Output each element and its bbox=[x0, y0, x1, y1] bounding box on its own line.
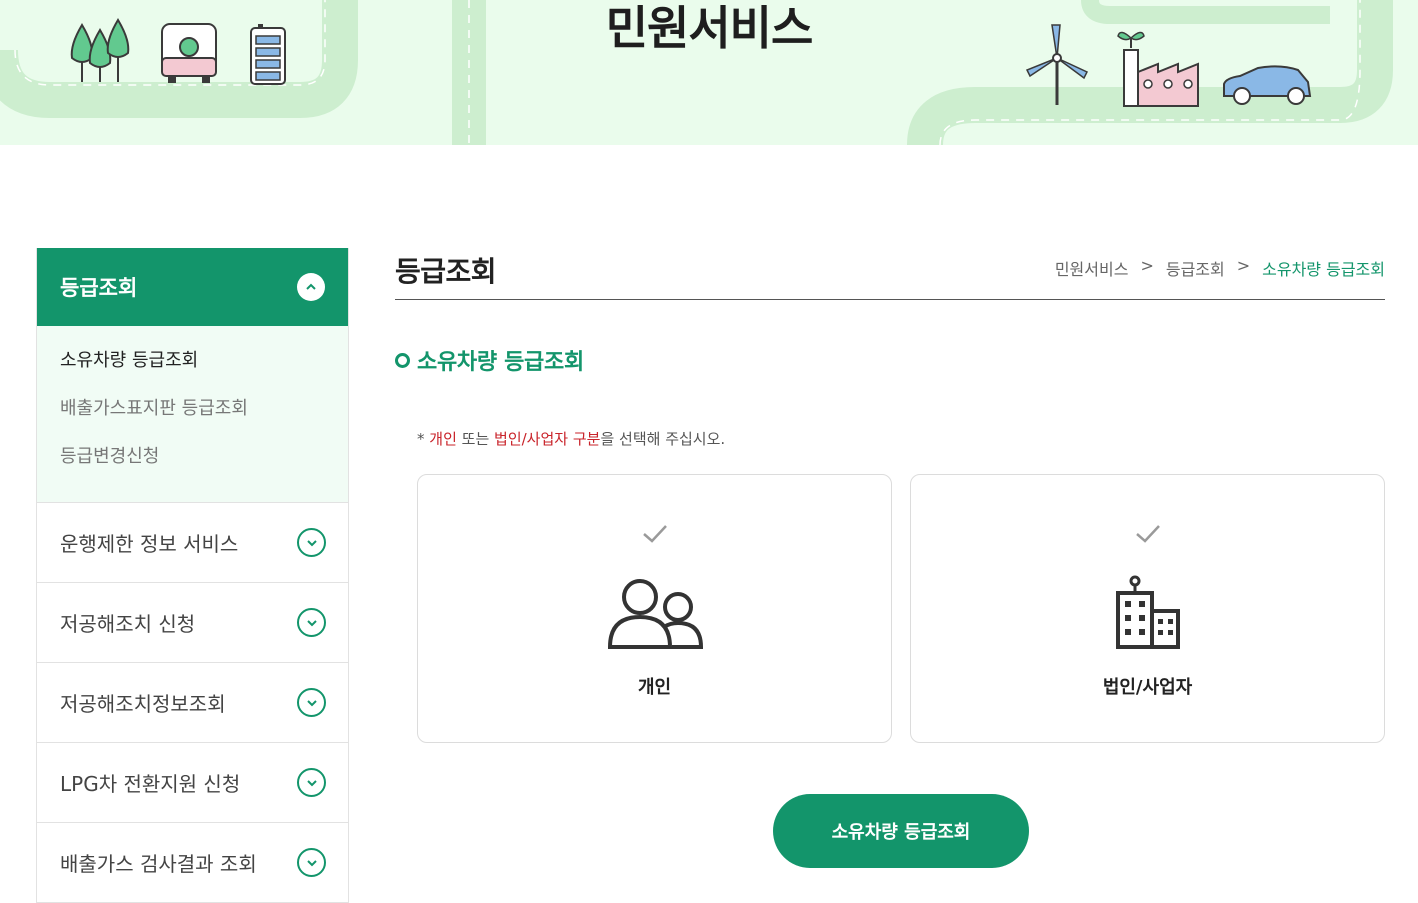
sidebar-group-low-emission-info[interactable]: 저공해조치정보조회 bbox=[37, 663, 348, 743]
building-icon bbox=[1115, 575, 1180, 649]
breadcrumb-separator: > bbox=[1236, 256, 1251, 275]
sidebar-subitem-emission-sign[interactable]: 배출가스표지판 등급조회 bbox=[60, 394, 325, 442]
sidebar-submenu: 소유차량 등급조회 배출가스표지판 등급조회 등급변경신청 bbox=[37, 326, 348, 503]
section-title-text: 소유차량 등급조회 bbox=[417, 350, 584, 375]
page-title: 민원서비스 bbox=[605, 1, 814, 55]
chevron-down-icon[interactable] bbox=[297, 848, 326, 877]
option-label: 개인 bbox=[637, 677, 672, 698]
sidebar-group-label: 운행제한 정보 서비스 bbox=[60, 532, 239, 556]
owner-type-options: 개인 법인/사업자 bbox=[417, 474, 1385, 743]
circle-bullet-icon bbox=[395, 352, 410, 368]
sidebar-subitem-grade-change[interactable]: 등급변경신청 bbox=[60, 442, 325, 490]
chevron-down-icon[interactable] bbox=[297, 528, 326, 557]
sidebar-group-label: 배출가스 검사결과 조회 bbox=[60, 852, 257, 876]
check-icon bbox=[1135, 525, 1160, 543]
sidebar-group-lpg-conversion[interactable]: LPG차 전환지원 신청 bbox=[37, 743, 348, 823]
chevron-up-icon[interactable] bbox=[297, 273, 325, 301]
notice-prefix: * bbox=[417, 430, 430, 448]
sidebar-group-grade-lookup[interactable]: 등급조회 bbox=[37, 248, 348, 326]
notice-text: 을 선택해 주십시오. bbox=[600, 430, 726, 448]
main-content: 등급조회 민원서비스 > 등급조회 > 소유차량 등급조회 소유차량 등급조회 … bbox=[395, 248, 1385, 868]
sidebar-group-low-emission-apply[interactable]: 저공해조치 신청 bbox=[37, 583, 348, 663]
sidebar-group-label: 저공해조치정보조회 bbox=[60, 692, 226, 716]
section-title: 소유차량 등급조회 bbox=[395, 344, 584, 376]
content-header: 등급조회 민원서비스 > 등급조회 > 소유차량 등급조회 bbox=[395, 248, 1385, 300]
breadcrumb-separator: > bbox=[1140, 256, 1154, 275]
chevron-down-icon[interactable] bbox=[297, 608, 326, 637]
sidebar-nav: 등급조회 소유차량 등급조회 배출가스표지판 등급조회 등급변경신청 운행제한 … bbox=[36, 248, 349, 903]
selection-notice: * 개인 또는 법인/사업자 구분을 선택해 주십시오. bbox=[417, 428, 725, 449]
sidebar-group-label: 저공해조치 신청 bbox=[60, 612, 196, 636]
option-corporate-card[interactable]: 법인/사업자 bbox=[910, 474, 1385, 743]
option-individual-card[interactable]: 개인 bbox=[417, 474, 892, 743]
chevron-down-icon[interactable] bbox=[297, 768, 326, 797]
sidebar-subitem-owned-vehicle[interactable]: 소유차량 등급조회 bbox=[60, 346, 325, 394]
sidebar-group-operation-restriction[interactable]: 운행제한 정보 서비스 bbox=[37, 503, 348, 583]
notice-text: 또는 bbox=[456, 430, 495, 448]
notice-highlight-individual: 개인 bbox=[429, 430, 457, 448]
people-icon bbox=[607, 579, 703, 649]
content-title: 등급조회 bbox=[395, 255, 497, 288]
option-label: 법인/사업자 bbox=[1102, 677, 1193, 698]
lookup-submit-button[interactable]: 소유차량 등급조회 bbox=[773, 794, 1029, 868]
sidebar-group-emission-inspection[interactable]: 배출가스 검사결과 조회 bbox=[37, 823, 348, 903]
chevron-down-icon[interactable] bbox=[297, 688, 326, 717]
sidebar-group-label: 등급조회 bbox=[60, 276, 138, 300]
breadcrumb-current: 소유차량 등급조회 bbox=[1262, 260, 1385, 279]
breadcrumb: 민원서비스 > 등급조회 > 소유차량 등급조회 bbox=[1055, 256, 1385, 280]
sidebar-group-label: LPG차 전환지원 신청 bbox=[60, 772, 241, 796]
breadcrumb-item[interactable]: 민원서비스 bbox=[1055, 256, 1129, 280]
top-banner: 민원서비스 bbox=[0, 0, 1418, 145]
notice-highlight-corporate: 법인/사업자 구분 bbox=[494, 430, 601, 448]
breadcrumb-item[interactable]: 등급조회 bbox=[1166, 256, 1225, 280]
check-icon bbox=[642, 525, 667, 543]
